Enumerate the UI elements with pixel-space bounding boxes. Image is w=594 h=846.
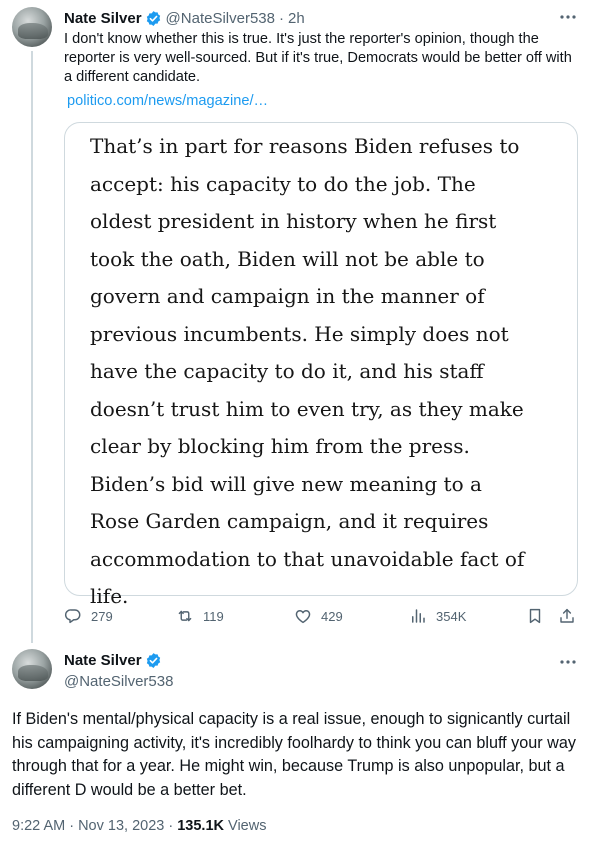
post-time[interactable]: 2h bbox=[288, 10, 305, 27]
author-name[interactable]: Nate Silver bbox=[64, 652, 142, 669]
excerpt-line: oldest president in history when he firs… bbox=[90, 209, 497, 233]
reply-button[interactable]: 279 bbox=[64, 607, 113, 625]
views-icon bbox=[412, 609, 425, 623]
share-button[interactable] bbox=[558, 607, 576, 625]
views-label: Views bbox=[224, 818, 267, 834]
like-count: 429 bbox=[321, 608, 343, 624]
excerpt-line: Biden’s bid will give new meaning to a bbox=[90, 471, 482, 496]
views-count: 354K bbox=[436, 608, 467, 624]
quoted-excerpt: That’s in part for reasons Biden refuses… bbox=[90, 128, 559, 616]
retweet-icon bbox=[178, 610, 192, 622]
excerpt-line: Rose Garden campaign, and it requires bbox=[90, 509, 489, 533]
excerpt-line: accept: his capacity to do the job. The bbox=[90, 171, 476, 196]
tweet-text: If Biden's mental/physical capacity is a… bbox=[12, 710, 576, 799]
retweet-button[interactable]: 119 bbox=[176, 607, 224, 625]
verified-badge-icon bbox=[146, 10, 160, 26]
bookmark-icon bbox=[529, 608, 541, 624]
like-button[interactable]: 429 bbox=[294, 607, 343, 625]
tweet-metadata: 9:22 AM · Nov 13, 2023 · 135.1K Views bbox=[12, 818, 266, 834]
tweet-header: Nate Silver @NateSilver538 · 2h bbox=[64, 8, 305, 28]
author-handle[interactable]: @NateSilver538 bbox=[64, 673, 173, 690]
avatar[interactable] bbox=[12, 649, 52, 689]
reply-count: 279 bbox=[91, 608, 113, 624]
retweet-count: 119 bbox=[203, 608, 224, 624]
avatar[interactable] bbox=[12, 7, 52, 47]
views-button[interactable]: 354K bbox=[409, 607, 466, 625]
post-timestamp[interactable]: 9:22 AM · Nov 13, 2023 · bbox=[12, 818, 177, 834]
bookmark-button[interactable] bbox=[526, 607, 544, 625]
tweet-header: Nate Silver bbox=[64, 652, 162, 669]
like-icon bbox=[295, 610, 311, 624]
author-handle[interactable]: @NateSilver538 bbox=[166, 10, 275, 27]
article-link[interactable]: politico.com/news/magazine/… bbox=[67, 92, 268, 111]
excerpt-line: previous incumbents. He simply does not bbox=[90, 321, 509, 346]
tweet-actions: 279 119 429 354K bbox=[64, 607, 578, 629]
excerpt-line: That’s in part for reasons Biden refuses… bbox=[90, 134, 520, 158]
excerpt-line: clear by blocking him from the press. bbox=[90, 434, 470, 458]
excerpt-line: have the capacity to do it, and his staf… bbox=[90, 359, 484, 383]
quoted-image-card[interactable]: That’s in part for reasons Biden refuses… bbox=[64, 122, 578, 608]
verified-badge-icon bbox=[146, 653, 160, 668]
excerpt-line: doesn’t trust him to even try, as they m… bbox=[90, 396, 524, 421]
thread-connector-line bbox=[31, 51, 33, 643]
share-icon bbox=[560, 608, 574, 623]
excerpt-line: accommodation to that unavoidable fact o… bbox=[90, 546, 525, 571]
separator: · bbox=[279, 9, 284, 27]
views-count: 135.1K bbox=[177, 818, 224, 834]
author-name[interactable]: Nate Silver bbox=[64, 10, 142, 27]
reply-icon bbox=[64, 609, 81, 624]
excerpt-line: govern and campaign in the manner of bbox=[90, 284, 485, 308]
tweet-text: I don't know whether this is true. It's … bbox=[64, 31, 572, 85]
excerpt-line: took the oath, Biden will not be able to bbox=[90, 246, 485, 271]
more-icon[interactable] bbox=[558, 652, 578, 672]
more-icon[interactable] bbox=[558, 7, 578, 27]
